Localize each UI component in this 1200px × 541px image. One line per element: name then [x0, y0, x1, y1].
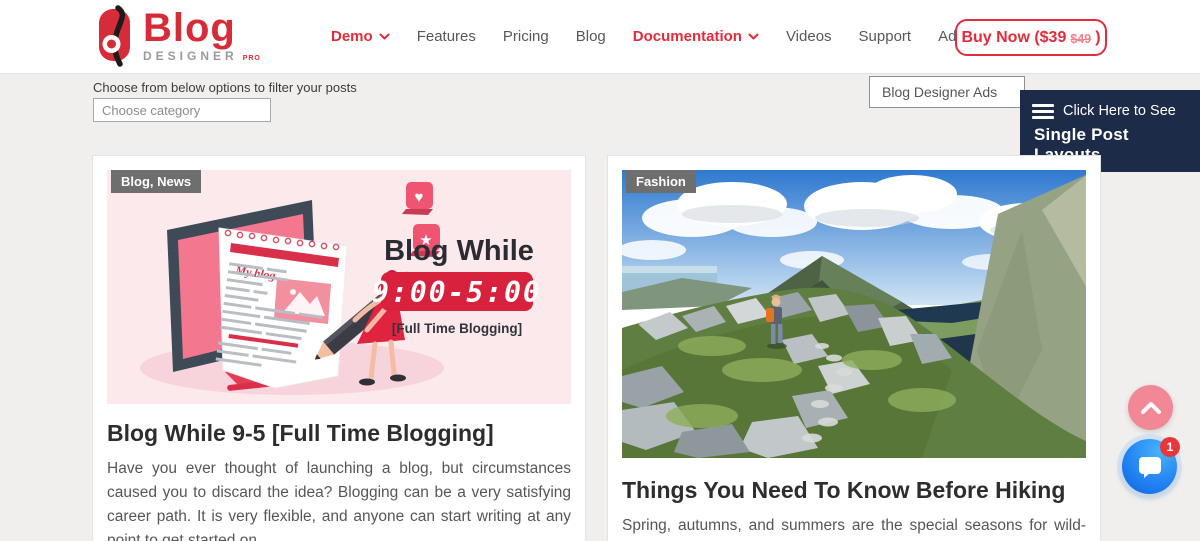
logo-subtitle: DESIGNER — [143, 49, 238, 63]
filter-instructions: Choose from below options to filter your… — [93, 80, 357, 95]
blog-designer-ads-box[interactable]: Blog Designer Ads — [869, 76, 1025, 108]
post-category-label: Blog, News — [121, 174, 192, 189]
buy-now-label: Buy Now ($39 — [961, 28, 1067, 46]
chat-icon — [1138, 456, 1161, 478]
post-excerpt: Spring, autumns, and summers are the spe… — [622, 517, 1086, 534]
nav-blog-label: Blog — [575, 28, 606, 45]
logo-title: Blog — [143, 6, 236, 50]
buy-now-button[interactable]: Buy Now ($39 $49 ) — [955, 19, 1107, 56]
heart-icon: ♥ — [402, 182, 433, 215]
post-card-hiking: Fashion Things You Need To Know Before H… — [607, 155, 1101, 541]
nav-item-demo[interactable]: Demo — [331, 28, 390, 45]
post-card-blog-while: Blog, News My blog ♥ ★ Blog While 9:00-5… — [92, 155, 586, 541]
site-logo[interactable]: Blog DESIGNER PRO — [97, 5, 261, 67]
category-filter-input[interactable] — [93, 98, 271, 122]
site-header: Blog DESIGNER PRO Demo Features Pricing … — [0, 0, 1200, 74]
banner-row: Click Here to See — [1032, 103, 1200, 119]
nav-item-features[interactable]: Features — [417, 28, 476, 45]
post-category-label: Fashion — [636, 174, 686, 189]
hiking-photo — [622, 170, 1086, 458]
illustration-caption: [Full Time Blogging] — [392, 321, 522, 336]
chevron-down-icon — [379, 33, 390, 40]
buy-now-close-paren: ) — [1095, 28, 1101, 46]
post-title[interactable]: Blog While 9-5 [Full Time Blogging] — [107, 419, 571, 447]
scroll-to-top-button[interactable] — [1128, 385, 1173, 430]
post-category-badge[interactable]: Fashion — [626, 170, 696, 193]
nav-item-pricing[interactable]: Pricing — [503, 28, 549, 45]
nav-features-label: Features — [416, 28, 476, 45]
post-featured-image[interactable]: Fashion — [622, 170, 1086, 458]
logo-text-block: Blog DESIGNER PRO — [143, 7, 261, 63]
nav-item-support[interactable]: Support — [859, 28, 912, 45]
clock-digits: 9:00-5:00 — [372, 276, 542, 309]
chevron-up-icon — [1140, 402, 1161, 414]
blog-while-illustration: My blog ♥ ★ Blog While 9:00-5:00 [Full T… — [107, 170, 571, 404]
hamburger-icon — [1032, 103, 1054, 119]
nav-demo-label: Demo — [331, 28, 373, 45]
post-excerpt: Have you ever thought of launching a blo… — [107, 460, 571, 541]
illustration-heading: Blog While — [384, 235, 534, 267]
post-category-badge[interactable]: Blog, News — [111, 170, 202, 193]
main-nav: Demo Features Pricing Blog Documentation… — [331, 0, 1007, 73]
nav-item-documentation[interactable]: Documentation — [633, 28, 759, 45]
ads-box-label: Blog Designer Ads — [882, 84, 998, 100]
blog-designer-logo-icon — [99, 5, 130, 67]
nav-item-blog[interactable]: Blog — [576, 28, 606, 45]
nav-pricing-label: Pricing — [502, 28, 549, 45]
buy-now-old-price: $49 — [1070, 31, 1092, 46]
nav-documentation-label: Documentation — [632, 28, 742, 45]
logo-pro-label: PRO — [242, 55, 261, 62]
chat-notification-badge[interactable]: 1 — [1160, 437, 1180, 457]
post-featured-image[interactable]: Blog, News My blog ♥ ★ Blog While 9:00-5… — [107, 170, 571, 404]
svg-text:♥: ♥ — [415, 189, 424, 206]
banner-line1: Click Here to See — [1063, 103, 1176, 119]
nav-support-label: Support — [858, 28, 912, 45]
nav-item-videos[interactable]: Videos — [786, 28, 832, 45]
post-title[interactable]: Things You Need To Know Before Hiking — [622, 476, 1086, 504]
chevron-down-icon — [748, 33, 759, 40]
nav-videos-label: Videos — [785, 28, 832, 45]
